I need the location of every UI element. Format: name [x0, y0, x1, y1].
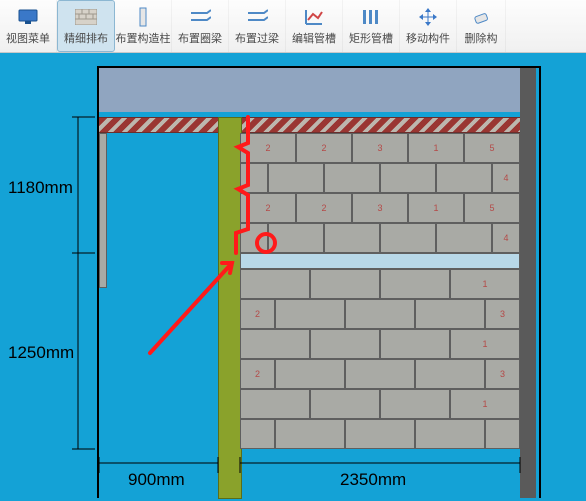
bars-icon: [360, 6, 382, 28]
graph-icon: [303, 6, 325, 28]
dim-upper-height: 1180mm: [8, 178, 73, 197]
view-menu-label: 视图菜单: [6, 30, 50, 46]
toolbar: 视图菜单 精细排布 布置构造柱 布置圈梁 布置过梁 编辑管槽 矩形管槽: [0, 0, 586, 53]
view-menu-button[interactable]: 视图菜单: [0, 0, 57, 52]
layout-column-label: 布置构造柱: [116, 30, 171, 46]
move-arrows-icon: [417, 6, 439, 28]
double-bar-icon: [189, 6, 211, 28]
move-component-button[interactable]: 移动构件: [400, 0, 457, 52]
move-component-label: 移动构件: [406, 30, 450, 46]
rect-slot-label: 矩形管槽: [349, 30, 393, 46]
column-icon: [132, 6, 154, 28]
layout-column-button[interactable]: 布置构造柱: [115, 0, 172, 52]
double-bar-icon: [246, 6, 268, 28]
dimension-overlay: 1180mm 1250mm 900mm 2350mm: [0, 53, 586, 501]
drawing-canvas[interactable]: 2 2 3 1 5 4 2 2 3 1 5 4 1 2 3 1 2 3 1: [0, 53, 586, 501]
eraser-icon: [470, 6, 492, 28]
dim-right-width: 2350mm: [340, 470, 406, 489]
monitor-icon: [17, 6, 39, 28]
delete-component-label: 删除构: [465, 30, 498, 46]
layout-ring-label: 布置圈梁: [178, 30, 222, 46]
rect-slot-button[interactable]: 矩形管槽: [343, 0, 400, 52]
fine-layout-label: 精细排布: [64, 30, 108, 46]
layout-ring-button[interactable]: 布置圈梁: [172, 0, 229, 52]
edit-slot-button[interactable]: 编辑管槽: [286, 0, 343, 52]
edit-slot-label: 编辑管槽: [292, 30, 336, 46]
layout-lintel-label: 布置过梁: [235, 30, 279, 46]
dim-left-width: 900mm: [128, 470, 185, 489]
fine-layout-button[interactable]: 精细排布: [57, 0, 115, 52]
annotation-squiggle: [236, 117, 248, 253]
brick-wall-icon: [75, 6, 97, 28]
delete-component-button[interactable]: 删除构: [457, 0, 506, 52]
annotation-circle: [257, 234, 275, 252]
layout-lintel-button[interactable]: 布置过梁: [229, 0, 286, 52]
dim-lower-height: 1250mm: [8, 343, 74, 362]
annotation-arrow: [150, 263, 232, 353]
